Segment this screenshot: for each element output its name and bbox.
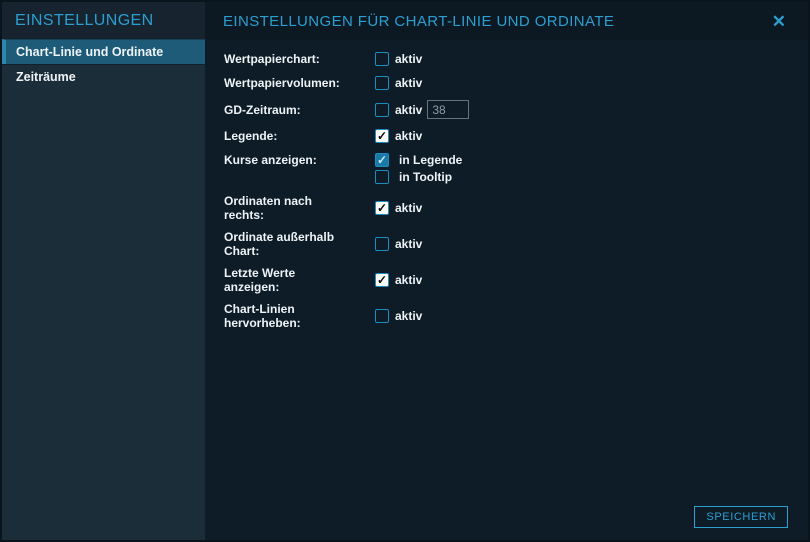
ordinate-ausserhalb-chart-checkbox[interactable] bbox=[375, 237, 389, 251]
wertpapierchart-checkbox[interactable] bbox=[375, 52, 389, 66]
sidebar-title: EINSTELLUNGEN bbox=[2, 2, 205, 39]
field-label: Wertpapiervolumen: bbox=[224, 76, 342, 90]
sidebar-item-label: Zeiträume bbox=[16, 70, 76, 84]
field-label: GD-Zeitraum: bbox=[224, 103, 342, 117]
field-label: Letzte Werte anzeigen: bbox=[224, 266, 342, 294]
letzte-werte-anzeigen-checkbox[interactable] bbox=[375, 273, 389, 287]
field-label: Ordinate außerhalb Chart: bbox=[224, 230, 342, 258]
field-label: Wertpapierchart: bbox=[224, 52, 342, 66]
form-row-kurse-anzeigen: Kurse anzeigen: in Legende in Tooltip bbox=[224, 153, 808, 184]
option-in-legende: in Legende bbox=[375, 153, 462, 167]
in-tooltip-checkbox[interactable] bbox=[375, 170, 389, 184]
gd-zeitraum-input[interactable] bbox=[427, 100, 469, 119]
form-row-ordinaten-nach-rechts: Ordinaten nach rechts: aktiv bbox=[224, 194, 808, 222]
form-row-gd-zeitraum: GD-Zeitraum: aktiv bbox=[224, 100, 808, 119]
checkbox-label: aktiv bbox=[395, 103, 422, 117]
field-label: Chart-Linien hervorheben: bbox=[224, 302, 342, 330]
checkbox-label: aktiv bbox=[395, 237, 422, 251]
checkbox-label: in Tooltip bbox=[399, 170, 452, 184]
panel-header: EINSTELLUNGEN FÜR CHART-LINIE UND ORDINA… bbox=[205, 2, 808, 40]
form-row-legende: Legende: aktiv bbox=[224, 129, 808, 143]
checkbox-label: aktiv bbox=[395, 76, 422, 90]
settings-form: Wertpapierchart: aktiv Wertpapiervolumen… bbox=[205, 40, 808, 330]
form-row-letzte-werte-anzeigen: Letzte Werte anzeigen: aktiv bbox=[224, 266, 808, 294]
checkbox-label: aktiv bbox=[395, 309, 422, 323]
form-row-wertpapiervolumen: Wertpapiervolumen: aktiv bbox=[224, 76, 808, 90]
sidebar-item-zeitraeume[interactable]: Zeiträume bbox=[2, 64, 205, 89]
sidebar-item-label: Chart-Linie und Ordinate bbox=[16, 45, 163, 59]
checkbox-label: aktiv bbox=[395, 129, 422, 143]
close-icon[interactable]: ✕ bbox=[768, 11, 790, 32]
option-in-tooltip: in Tooltip bbox=[375, 170, 462, 184]
form-row-chart-linien-hervorheben: Chart-Linien hervorheben: aktiv bbox=[224, 302, 808, 330]
checkbox-label: in Legende bbox=[399, 153, 462, 167]
save-button[interactable]: SPEICHERN bbox=[694, 506, 788, 528]
in-legende-checkbox[interactable] bbox=[375, 153, 389, 167]
chart-linien-hervorheben-checkbox[interactable] bbox=[375, 309, 389, 323]
gd-zeitraum-checkbox[interactable] bbox=[375, 103, 389, 117]
sidebar: EINSTELLUNGEN Chart-Linie und Ordinate Z… bbox=[2, 2, 205, 540]
wertpapiervolumen-checkbox[interactable] bbox=[375, 76, 389, 90]
settings-window: EINSTELLUNGEN Chart-Linie und Ordinate Z… bbox=[0, 0, 810, 542]
ordinaten-nach-rechts-checkbox[interactable] bbox=[375, 201, 389, 215]
checkbox-label: aktiv bbox=[395, 273, 422, 287]
field-label: Kurse anzeigen: bbox=[224, 153, 342, 167]
panel-title: EINSTELLUNGEN FÜR CHART-LINIE UND ORDINA… bbox=[223, 13, 614, 30]
field-label: Legende: bbox=[224, 129, 342, 143]
checkbox-label: aktiv bbox=[395, 201, 422, 215]
settings-panel: EINSTELLUNGEN FÜR CHART-LINIE UND ORDINA… bbox=[205, 2, 808, 540]
checkbox-label: aktiv bbox=[395, 52, 422, 66]
legende-checkbox[interactable] bbox=[375, 129, 389, 143]
sidebar-item-chart-linie-und-ordinate[interactable]: Chart-Linie und Ordinate bbox=[2, 39, 205, 64]
form-row-ordinate-ausserhalb-chart: Ordinate außerhalb Chart: aktiv bbox=[224, 230, 808, 258]
form-row-wertpapierchart: Wertpapierchart: aktiv bbox=[224, 52, 808, 66]
sidebar-nav: Chart-Linie und Ordinate Zeiträume bbox=[2, 39, 205, 89]
field-label: Ordinaten nach rechts: bbox=[224, 194, 342, 222]
